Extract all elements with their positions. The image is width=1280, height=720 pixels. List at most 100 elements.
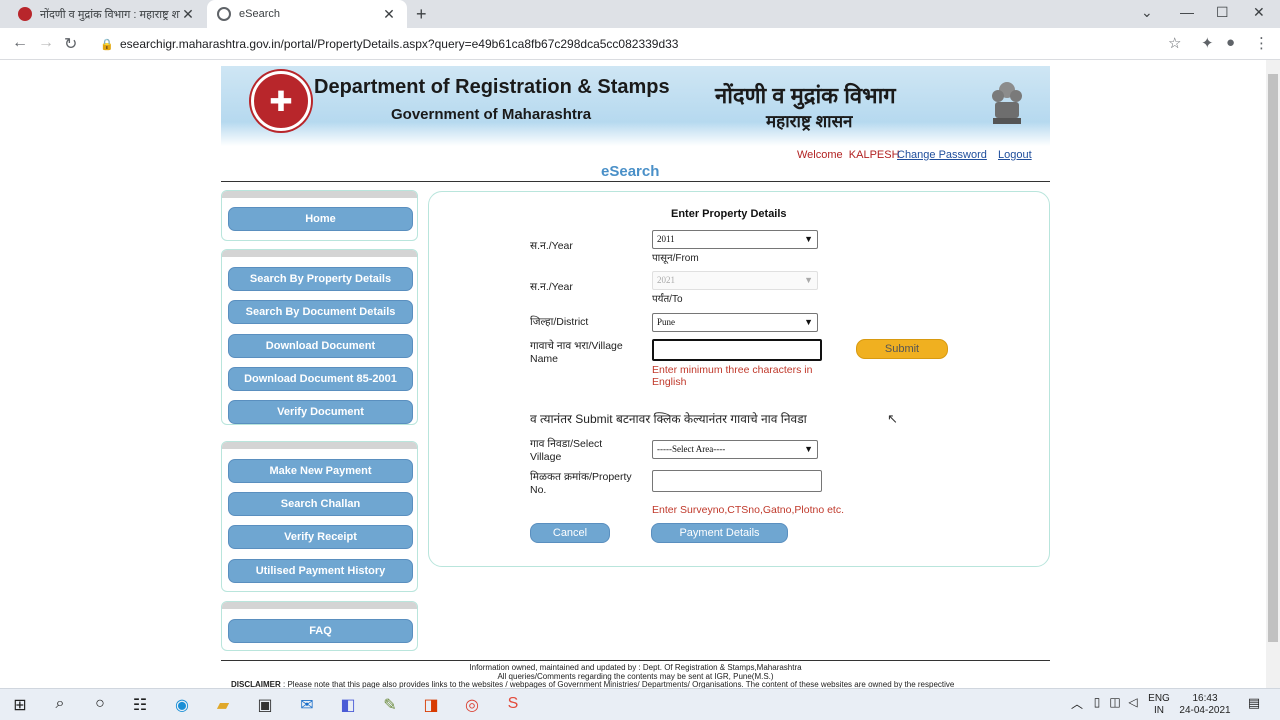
make-new-payment-button[interactable]: Make New Payment (228, 459, 413, 483)
village-name-label: गावाचे नाव भरा/Village Name (530, 340, 623, 365)
browser-tab-esearch[interactable]: eSearch ✕ (207, 0, 407, 28)
verify-receipt-button[interactable]: Verify Receipt (228, 525, 413, 549)
tab-search-icon[interactable]: ⌄ (1141, 4, 1153, 21)
cancel-button[interactable]: Cancel (530, 523, 610, 543)
language-indicator[interactable]: ENG IN (1146, 693, 1172, 717)
office-icon[interactable]: ◨ (420, 695, 442, 715)
profile-avatar-icon[interactable]: ● (1226, 34, 1235, 51)
verify-document-button[interactable]: Verify Document (228, 400, 413, 424)
chevron-down-icon: ▼ (804, 234, 813, 244)
task-view-icon[interactable]: ☷ (129, 695, 151, 715)
forward-icon[interactable]: → (38, 34, 54, 52)
close-tab-icon[interactable]: ✕ (381, 6, 397, 23)
paint-icon[interactable]: ✎ (379, 695, 401, 715)
select-village-select[interactable]: -----Select Area---- ▼ (652, 440, 818, 459)
windows-start-icon[interactable]: ⊞ (9, 695, 31, 715)
url-text: esearchigr.maharashtra.gov.in/portal/Pro… (120, 37, 679, 51)
download-document-button[interactable]: Download Document (228, 334, 413, 358)
site-banner: ✚ Department of Registration & Stamps Go… (221, 66, 1050, 146)
chevron-down-icon: ▼ (804, 444, 813, 454)
district-label: जिल्हा/District (530, 316, 589, 328)
district-select[interactable]: Pune ▼ (652, 313, 818, 332)
close-tab-icon[interactable]: ✕ (180, 6, 196, 23)
close-window-icon[interactable]: ✕ (1253, 4, 1265, 21)
search-document-button[interactable]: Search By Document Details (228, 300, 413, 324)
clock[interactable]: 16:43 24-04-2021 (1176, 693, 1234, 717)
property-no-hint: Enter Surveyno,CTSno,Gatno,Plotno etc. (652, 504, 845, 516)
browser-tab-igr[interactable]: नोंदणी व मुद्रांक विभाग : महाराष्ट्र शास… (8, 0, 206, 28)
maximize-icon[interactable]: ☐ (1216, 4, 1229, 21)
page-scrollbar[interactable] (1266, 60, 1280, 688)
search-property-button[interactable]: Search By Property Details (228, 267, 413, 291)
sidebar-panel-faq: FAQ (221, 601, 418, 651)
bookmark-star-icon[interactable]: ☆ (1168, 34, 1181, 52)
sidebar-panel-home: Home (221, 190, 418, 241)
windows-taskbar: ⊞ ⌕ ○ ☷ ◉ ▰ ▣ ✉ ◧ ✎ ◨ ◎ S ︿ ▯ ◫ ◁ ENG IN … (0, 688, 1280, 720)
header-divider (221, 181, 1050, 182)
mouse-cursor-icon: ↖ (887, 411, 898, 426)
home-button[interactable]: Home (228, 207, 413, 231)
file-explorer-icon[interactable]: ▰ (212, 695, 234, 715)
browser-toolbar: ← → ↻ 🔒 esearchigr.maharashtra.gov.in/po… (0, 28, 1280, 60)
browser-tab-bar: नोंदणी व मुद्रांक विभाग : महाराष्ट्र शास… (0, 0, 1280, 28)
sidebar-panel-payment: Make New Payment Search Challan Verify R… (221, 441, 418, 592)
app-s-icon[interactable]: S (502, 695, 524, 713)
igr-favicon-icon (18, 7, 32, 21)
sidebar-panel-search: Search By Property Details Search By Doc… (221, 249, 418, 425)
disclaimer: DISCLAIMER : Please note that this page … (231, 680, 955, 688)
reload-icon[interactable]: ↻ (64, 34, 77, 54)
chevron-down-icon: ▼ (804, 275, 813, 285)
page-title: eSearch (601, 163, 660, 180)
state-emblem-icon (992, 82, 1022, 124)
download-document-85-2001-button[interactable]: Download Document 85-2001 (228, 367, 413, 391)
year-from-sub: पासून/From (652, 253, 699, 264)
tab-title: eSearch (239, 8, 280, 20)
instruction-note: व त्यानंतर Submit बटनावर क्लिक केल्यानंत… (530, 412, 807, 426)
footer: Information owned, maintained and update… (221, 660, 1050, 681)
payment-details-button[interactable]: Payment Details (651, 523, 788, 543)
welcome-text: Welcome KALPESH (797, 149, 900, 161)
scrollbar-thumb[interactable] (1268, 74, 1278, 642)
tray-chevron-icon[interactable]: ︿ (1066, 695, 1088, 712)
mail-icon[interactable]: ✉ (296, 695, 318, 715)
property-no-label: मिळकत क्रमांक/Property No. (530, 471, 632, 496)
tab-title: नोंदणी व मुद्रांक विभाग : महाराष्ट्र शास… (40, 8, 180, 21)
property-no-input[interactable] (652, 470, 822, 492)
banner-title-mr: नोंदणी व मुद्रांक विभाग (715, 83, 896, 108)
select-village-label: गाव निवडा/Select Village (530, 438, 603, 463)
new-tab-icon[interactable]: + (416, 4, 427, 25)
chevron-down-icon: ▼ (804, 317, 813, 327)
edge-icon[interactable]: ◉ (171, 695, 193, 715)
banner-subtitle-en: Government of Maharashtra (391, 106, 592, 123)
address-bar[interactable]: 🔒 esearchigr.maharashtra.gov.in/portal/P… (92, 31, 1162, 57)
search-icon[interactable]: ⌕ (49, 695, 71, 713)
notifications-icon[interactable]: ▤ (1243, 695, 1265, 711)
web-page: ✚ Department of Registration & Stamps Go… (0, 60, 1266, 688)
volume-icon[interactable]: ◁ (1122, 695, 1144, 709)
app-icon[interactable]: ◧ (337, 695, 359, 715)
extensions-icon[interactable]: ✦ (1201, 34, 1214, 52)
back-icon[interactable]: ← (12, 34, 28, 52)
utilised-payment-history-button[interactable]: Utilised Payment History (228, 559, 413, 583)
menu-kebab-icon[interactable]: ⋮ (1254, 34, 1269, 52)
lock-icon: 🔒 (100, 38, 114, 51)
minimize-icon[interactable]: — (1180, 4, 1194, 20)
banner-subtitle-mr: महाराष्ट्र शासन (766, 112, 853, 131)
form-title: Enter Property Details (671, 208, 787, 220)
village-name-input[interactable] (652, 339, 822, 361)
property-details-form: Enter Property Details स.न./Year 2011 ▼ प… (428, 191, 1050, 567)
year-to-label: स.न./Year (530, 281, 573, 293)
year-from-select[interactable]: 2011 ▼ (652, 230, 818, 249)
year-to-sub: पर्यंत/To (652, 294, 683, 305)
change-password-link[interactable]: Change Password (897, 149, 987, 161)
faq-button[interactable]: FAQ (228, 619, 413, 643)
year-to-select[interactable]: 2021 ▼ (652, 271, 818, 290)
chrome-icon[interactable]: ◎ (461, 695, 483, 715)
year-from-label: स.न./Year (530, 240, 573, 252)
cortana-icon[interactable]: ○ (89, 695, 111, 713)
logout-link[interactable]: Logout (998, 149, 1032, 161)
submit-button[interactable]: Submit (856, 339, 948, 359)
igr-logo-icon: ✚ (251, 71, 311, 131)
search-challan-button[interactable]: Search Challan (228, 492, 413, 516)
store-icon[interactable]: ▣ (254, 695, 276, 715)
